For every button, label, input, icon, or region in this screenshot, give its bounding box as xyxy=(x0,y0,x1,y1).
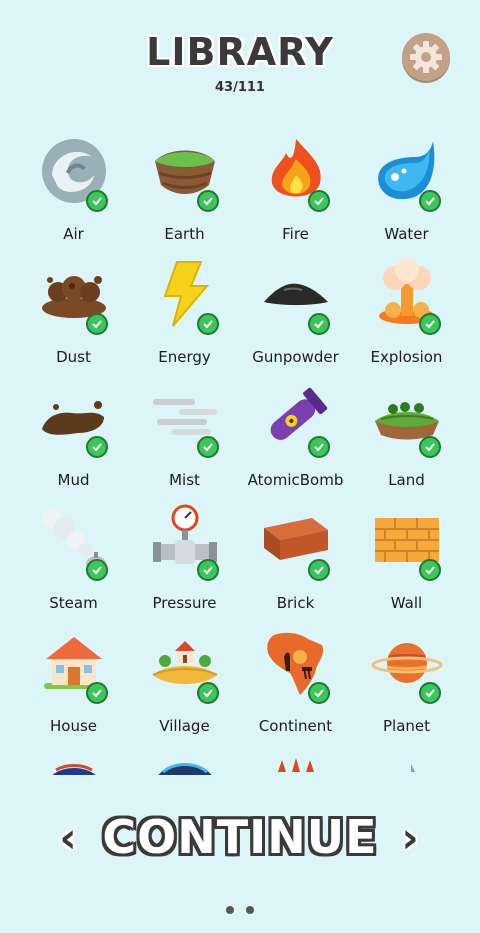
element-label: House xyxy=(49,717,97,735)
element-label: Brick xyxy=(276,594,315,612)
element-label: Planet xyxy=(382,717,431,735)
element-label: AtomicBomb xyxy=(247,471,344,489)
unlocked-check-icon xyxy=(86,436,108,458)
element-label: Mist xyxy=(169,471,200,489)
element-earth[interactable]: Earth xyxy=(129,135,240,258)
element-atomic-bomb[interactable]: AtomicBomb xyxy=(240,381,351,504)
element-energy[interactable]: Energy xyxy=(129,258,240,381)
element-label: Village xyxy=(159,717,210,735)
unlocked-check-icon xyxy=(197,190,219,212)
partial-element-icon xyxy=(149,750,221,775)
element-continent[interactable]: Continent xyxy=(240,627,351,750)
unlocked-check-icon xyxy=(197,682,219,704)
element-label: Steam xyxy=(49,594,98,612)
unlocked-check-icon xyxy=(308,436,330,458)
element-label: Mud xyxy=(57,471,90,489)
element-label: Water xyxy=(384,225,429,243)
unlocked-check-icon xyxy=(86,190,108,212)
partial-element-icon xyxy=(260,750,332,775)
element-mist[interactable]: Mist xyxy=(129,381,240,504)
element-planet[interactable]: Planet xyxy=(351,627,462,750)
element-partial-3[interactable] xyxy=(240,750,351,775)
previous-arrow-button[interactable]: ‹ xyxy=(48,812,88,862)
unlocked-check-icon xyxy=(419,436,441,458)
unlocked-check-icon xyxy=(419,559,441,581)
unlocked-check-icon xyxy=(308,313,330,335)
element-brick[interactable]: Brick xyxy=(240,504,351,627)
next-arrow-button[interactable]: › xyxy=(390,812,430,862)
element-partial-4[interactable] xyxy=(351,750,462,775)
unlocked-check-icon xyxy=(86,313,108,335)
element-land[interactable]: Land xyxy=(351,381,462,504)
partial-element-icon xyxy=(371,750,443,775)
unlocked-check-icon xyxy=(197,313,219,335)
element-label: Energy xyxy=(158,348,211,366)
continue-button[interactable]: CONTINUE xyxy=(100,810,380,864)
element-steam[interactable]: Steam xyxy=(18,504,129,627)
element-pressure[interactable]: Pressure xyxy=(129,504,240,627)
unlocked-check-icon xyxy=(308,682,330,704)
element-explosion[interactable]: Explosion xyxy=(351,258,462,381)
page-indicator xyxy=(0,906,480,914)
element-air[interactable]: Air xyxy=(18,135,129,258)
element-label: Gunpowder xyxy=(252,348,339,366)
unlocked-check-icon xyxy=(419,682,441,704)
element-water[interactable]: Water xyxy=(351,135,462,258)
unlocked-check-icon xyxy=(419,190,441,212)
element-partial-1[interactable] xyxy=(18,750,129,775)
unlocked-check-icon xyxy=(197,436,219,458)
element-house[interactable]: House xyxy=(18,627,129,750)
element-label: Earth xyxy=(164,225,205,243)
element-dust[interactable]: Dust xyxy=(18,258,129,381)
element-fire[interactable]: Fire xyxy=(240,135,351,258)
gear-icon xyxy=(410,41,442,73)
unlocked-check-icon xyxy=(86,682,108,704)
element-label: Land xyxy=(388,471,425,489)
continue-bar: ‹ CONTINUE › xyxy=(0,800,480,880)
page-dot[interactable] xyxy=(246,906,254,914)
unlocked-check-icon xyxy=(419,313,441,335)
element-label: Air xyxy=(63,225,84,243)
element-village[interactable]: Village xyxy=(129,627,240,750)
element-wall[interactable]: Wall xyxy=(351,504,462,627)
element-partial-2[interactable] xyxy=(129,750,240,775)
unlocked-check-icon xyxy=(86,559,108,581)
element-grid: Air Earth Fire Water Dust Energy Gunpowd… xyxy=(18,135,462,775)
page-dot[interactable] xyxy=(226,906,234,914)
unlocked-check-icon xyxy=(308,190,330,212)
unlock-count: 43/111 xyxy=(215,80,265,95)
settings-button[interactable] xyxy=(402,33,450,81)
element-label: Explosion xyxy=(370,348,443,366)
element-label: Continent xyxy=(258,717,333,735)
element-label: Pressure xyxy=(152,594,217,612)
element-label: Dust xyxy=(56,348,91,366)
element-gunpowder[interactable]: Gunpowder xyxy=(240,258,351,381)
unlocked-check-icon xyxy=(197,559,219,581)
element-mud[interactable]: Mud xyxy=(18,381,129,504)
unlocked-check-icon xyxy=(308,559,330,581)
element-label: Wall xyxy=(390,594,423,612)
partial-element-icon xyxy=(38,750,110,775)
element-label: Fire xyxy=(282,225,309,243)
header: LIBRARY 43/111 xyxy=(0,0,480,110)
